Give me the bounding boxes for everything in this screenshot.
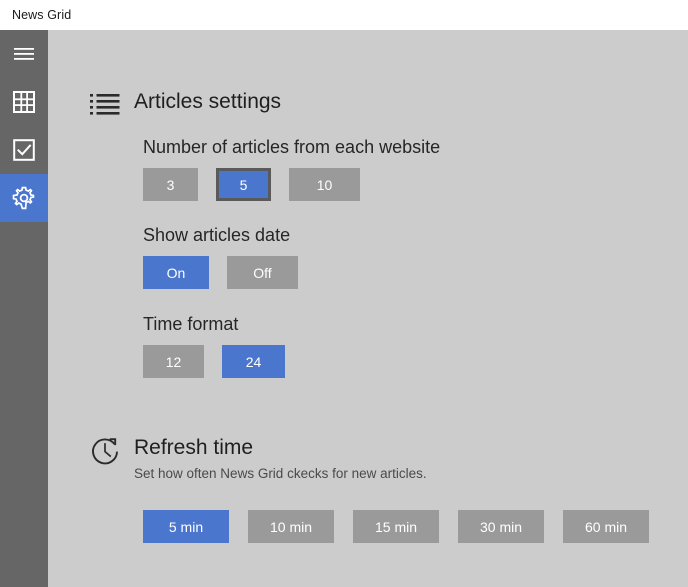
refresh-time-header-text: Refresh time Set how often News Grid cke… [134, 434, 427, 484]
title-bar: News Grid [0, 0, 688, 30]
hamburger-menu-icon [12, 42, 36, 66]
number-of-articles-options: 3 5 10 [143, 168, 360, 201]
refresh-time-option-30-min[interactable]: 30 min [458, 510, 544, 543]
show-articles-date-option-on[interactable]: On [143, 256, 209, 289]
refresh-time-option-5-min[interactable]: 5 min [143, 510, 229, 543]
refresh-time-title: Refresh time [134, 436, 254, 459]
time-format-label: Time format [143, 314, 239, 334]
number-of-articles-option-3[interactable]: 3 [143, 168, 198, 201]
refresh-time-option-15-min[interactable]: 15 min [353, 510, 439, 543]
clock-refresh-icon [88, 434, 122, 468]
checkbox-check-icon [12, 138, 36, 162]
show-articles-date-label: Show articles date [143, 225, 291, 245]
refresh-time-option-60-min[interactable]: 60 min [563, 510, 649, 543]
refresh-time-option-10-min[interactable]: 10 min [248, 510, 334, 543]
grid-icon [12, 90, 36, 114]
navigation-sidebar [0, 30, 48, 587]
number-of-articles-option-10[interactable]: 10 [289, 168, 360, 201]
sidebar-item-grid[interactable] [0, 78, 48, 126]
number-of-articles-option-5[interactable]: 5 [216, 168, 271, 201]
articles-settings-header: Articles settings [88, 88, 281, 122]
time-format-options: 12 24 [143, 345, 285, 378]
show-articles-date-option-off[interactable]: Off [227, 256, 298, 289]
articles-settings-header-text: Articles settings [134, 88, 281, 115]
app-window: News Grid Articles settings Number of ar… [0, 0, 688, 587]
gear-icon [12, 186, 36, 210]
settings-content-pane: Articles settings Number of articles fro… [48, 30, 688, 587]
window-title: News Grid [12, 8, 72, 22]
sidebar-item-tasks[interactable] [0, 126, 48, 174]
list-icon [88, 88, 122, 122]
show-articles-date-options: On Off [143, 256, 298, 289]
sidebar-item-menu[interactable] [0, 30, 48, 78]
time-format-option-12[interactable]: 12 [143, 345, 204, 378]
sidebar-item-settings[interactable] [0, 174, 48, 222]
refresh-time-header: Refresh time Set how often News Grid cke… [88, 434, 427, 484]
articles-settings-title: Articles settings [134, 90, 282, 113]
number-of-articles-label: Number of articles from each website [143, 137, 441, 157]
time-format-option-24[interactable]: 24 [222, 345, 285, 378]
refresh-time-subtitle: Set how often News Grid ckecks for new a… [134, 466, 427, 481]
refresh-time-options: 5 min 10 min 15 min 30 min 60 min [143, 510, 649, 543]
